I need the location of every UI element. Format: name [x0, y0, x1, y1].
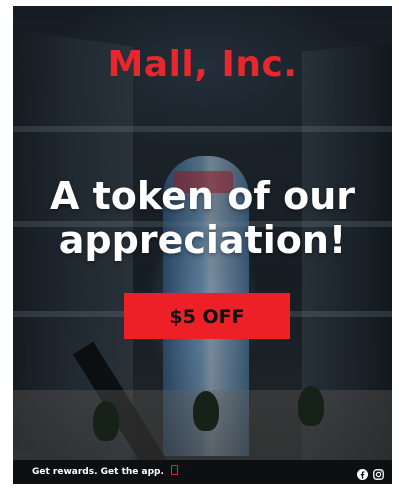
- footer-bar: Get rewards. Get the app.: [13, 460, 392, 484]
- ad-banner: Mall, Inc. A token of our appreciation! …: [13, 6, 392, 484]
- brand-logo: Mall, Inc.: [107, 44, 298, 85]
- discount-button[interactable]: $5 OFF: [124, 293, 290, 339]
- instagram-icon[interactable]: [373, 465, 384, 480]
- phone-icon: [171, 465, 179, 475]
- app-promo[interactable]: Get rewards. Get the app.: [32, 464, 179, 480]
- facebook-icon[interactable]: [357, 465, 368, 480]
- headline: A token of our appreciation!: [50, 174, 355, 262]
- app-promo-text: Get rewards. Get the app.: [32, 467, 164, 477]
- social-links: [357, 465, 384, 480]
